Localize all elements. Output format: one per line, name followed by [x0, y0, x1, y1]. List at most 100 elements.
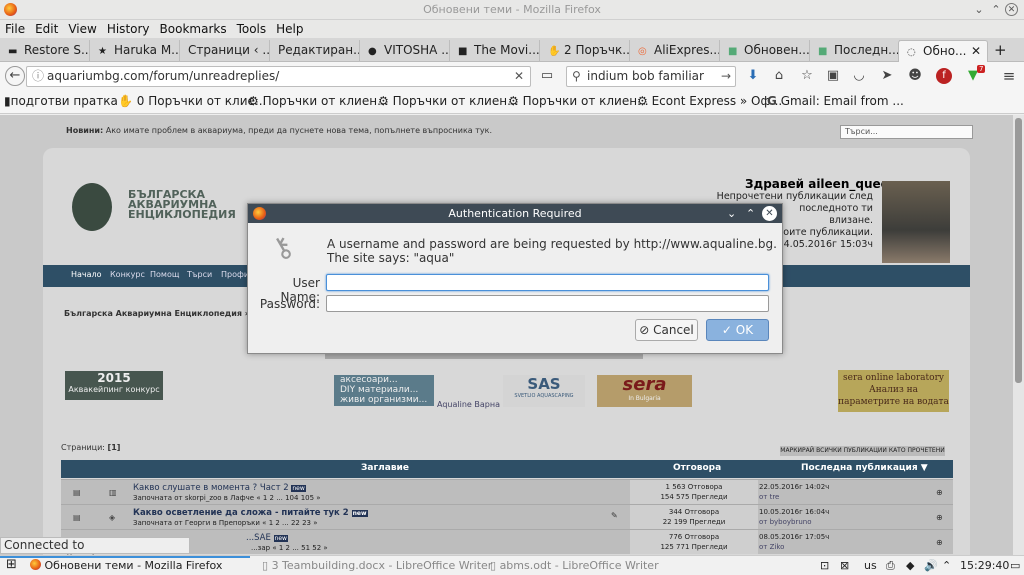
menu-help[interactable]: Help [271, 20, 308, 38]
maximize-icon[interactable]: ⌃ [746, 204, 755, 223]
start-menu-icon[interactable]: ⊞ [6, 557, 17, 572]
varna-link[interactable]: Aqualine Варна [437, 400, 500, 409]
col-last-post[interactable]: Последна публикация ▼ [801, 463, 928, 473]
menu-tools[interactable]: Tools [232, 20, 272, 38]
col-title[interactable]: Заглавие [361, 463, 409, 473]
menu-edit[interactable]: Edit [30, 20, 63, 38]
clear-url-icon[interactable]: ✕ [514, 67, 524, 86]
last-post-by[interactable]: от byboybruno [759, 518, 812, 526]
keyboard-layout[interactable]: us [864, 559, 877, 572]
lab-banner[interactable]: sera online laboratory Анализ на парамет… [838, 370, 949, 412]
col-replies[interactable]: Отговора [673, 463, 721, 473]
maximize-icon[interactable]: ⌃ [988, 2, 1004, 18]
nav-contest[interactable]: Конкурс [110, 270, 145, 279]
bookmark-star-icon[interactable]: ☆ [798, 67, 816, 85]
topic-link[interactable]: ...SAE new [246, 533, 288, 543]
hand-icon: ✋ [548, 46, 561, 57]
bookmark-item[interactable]: G Gmail: Email from ... [767, 94, 904, 108]
menu-bookmarks[interactable]: Bookmarks [155, 20, 232, 38]
go-to-post-icon[interactable]: ⊕ [936, 538, 943, 547]
tab-restore[interactable]: ▬ Restore S... [0, 40, 90, 62]
contest-banner[interactable]: 2015 Аквакейпинг конкурс [65, 371, 163, 400]
minimize-icon[interactable]: ⌄ [727, 204, 736, 223]
tab-stranici[interactable]: Страници ‹ ... [180, 40, 270, 62]
tab-active[interactable]: ◌ Обно... ✕ [898, 40, 988, 62]
go-to-post-icon[interactable]: ⊕ [936, 488, 943, 497]
topic-link[interactable]: Какво осветление да сложа - питайте тук … [133, 508, 368, 518]
cancel-button[interactable]: ⊘ Cancel [635, 319, 698, 341]
bookmark-item[interactable]: ✋ 0 Поръчки от клие... [118, 94, 266, 108]
taskbar-writer-2[interactable]: ▯ abms.odt - LibreOffice Writer [490, 559, 659, 572]
bookmark-item[interactable]: ⚙ Поръчки от клиен... [248, 94, 389, 108]
chevron-up-icon[interactable]: ⌃ [942, 559, 951, 572]
hamburger-menu-icon[interactable]: ≡ [1000, 67, 1018, 85]
taskbar-firefox[interactable]: Обновени теми - Mozilla Firefox [30, 559, 222, 572]
bookmark-item[interactable]: ⚙ Поръчки от клиен... [508, 94, 649, 108]
tray-icon[interactable]: ⊡ [820, 559, 829, 572]
menu-view[interactable]: View [63, 20, 101, 38]
show-desktop-icon[interactable]: ▭ [1010, 559, 1020, 572]
send-icon[interactable]: ➤ [878, 67, 896, 85]
topic-link[interactable]: Какво слушате в момента ? Част 2 new [133, 483, 306, 493]
tab-updated[interactable]: ■ Обновен... [720, 40, 810, 62]
tab-movie[interactable]: ■ The Movi... [450, 40, 540, 62]
close-tab-icon[interactable]: ✕ [971, 41, 981, 62]
last-post-by[interactable]: от Ziko [759, 543, 784, 551]
menu-file[interactable]: File [0, 20, 30, 38]
site-logo-icon[interactable] [72, 183, 112, 231]
nav-home[interactable]: Начало [71, 270, 102, 279]
search-bar[interactable]: ⚲ indium bob familiar → [566, 66, 736, 87]
tab-last[interactable]: ■ Последн... [810, 40, 900, 62]
site-icon: ● [368, 46, 377, 57]
taskbar-writer-1[interactable]: ▯ 3 Teambuilding.docx - LibreOffice Writ… [262, 559, 492, 572]
aliexpress-icon: ◎ [638, 46, 647, 57]
close-dialog-icon[interactable]: ✕ [762, 206, 777, 221]
chat-icon[interactable]: ☻ [906, 67, 924, 85]
tab-orders[interactable]: ✋ 2 Поръчк... [540, 40, 630, 62]
bookmark-item[interactable]: ⚙ Econt Express » Оф... [637, 94, 782, 108]
network-icon[interactable]: ◆ [906, 559, 914, 572]
avatar[interactable] [882, 181, 950, 263]
go-arrow-icon[interactable]: → [721, 67, 731, 86]
tab-vitosha[interactable]: ● VITOSHA ... [360, 40, 450, 62]
new-tab-button[interactable]: + [988, 40, 1012, 62]
sas-banner[interactable]: SAS SVETLIO AQUASCAPING [503, 375, 585, 407]
scrollbar-thumb[interactable] [1015, 118, 1022, 383]
stats-cell: 776 Отговора 125 771 Прегледи [630, 530, 758, 554]
ok-button[interactable]: ✓ OK [706, 319, 769, 341]
facebook-icon[interactable]: f [936, 68, 952, 84]
nav-search[interactable]: Търси [187, 270, 212, 279]
back-button[interactable]: ← [5, 66, 25, 86]
clock[interactable]: 15:29:40 [960, 559, 1009, 572]
table-row: ...SAE new ...зар « 1 2 ... 51 52 » 776 … [61, 529, 953, 554]
password-field[interactable] [326, 295, 769, 312]
nav-help[interactable]: Помощ [150, 270, 179, 279]
url-bar[interactable]: ⓘ aquariumbg.com/forum/unreadreplies/ ✕ [26, 66, 531, 87]
diy-banner[interactable]: аксесоари... DIY материали... живи орган… [334, 375, 434, 406]
tab-redaktiran[interactable]: Редактиран... [270, 40, 360, 62]
close-window-icon[interactable]: ✕ [1005, 3, 1018, 16]
volume-icon[interactable]: 🔊 [924, 559, 938, 572]
go-to-post-icon[interactable]: ⊕ [936, 513, 943, 522]
topic-starter: Започната от skorpi_zoo в Лафче « 1 2 ..… [133, 494, 321, 502]
site-search-input[interactable]: Търси... [840, 125, 973, 139]
home-icon[interactable]: ⌂ [770, 67, 788, 85]
reader-view-icon[interactable]: ▭ [538, 67, 556, 85]
mark-all-read-button[interactable]: МАРКИРАЙ ВСИЧКИ ПУБЛИКАЦИИ КАТО ПРОЧЕТЕН… [780, 446, 945, 456]
tray-icon[interactable]: ⎙ [886, 559, 895, 573]
tab-aliexpress[interactable]: ◎ AliExpres... [630, 40, 720, 62]
username-field[interactable] [326, 274, 769, 291]
dialog-titlebar: Authentication Required ⌄ ⌃ ✕ [248, 204, 782, 223]
pocket-icon[interactable]: ◡ [850, 67, 868, 85]
sera-banner[interactable]: sera In Bulgaria [597, 375, 692, 407]
download-icon[interactable]: ⬇ [744, 67, 762, 85]
last-post-by[interactable]: от tre [759, 493, 779, 501]
bookmark-item[interactable]: ▮подготви пратка [4, 94, 118, 108]
tab-haruka[interactable]: ★ Haruka M... [90, 40, 180, 62]
minimize-icon[interactable]: ⌄ [971, 2, 987, 18]
tray-icon[interactable]: ⊠ [840, 559, 849, 572]
menu-history[interactable]: History [102, 20, 155, 38]
library-icon[interactable]: ▣ [824, 67, 842, 85]
info-icon: ⓘ [32, 69, 45, 83]
bookmark-item[interactable]: ⚙ Поръчки от клиен... [378, 94, 519, 108]
